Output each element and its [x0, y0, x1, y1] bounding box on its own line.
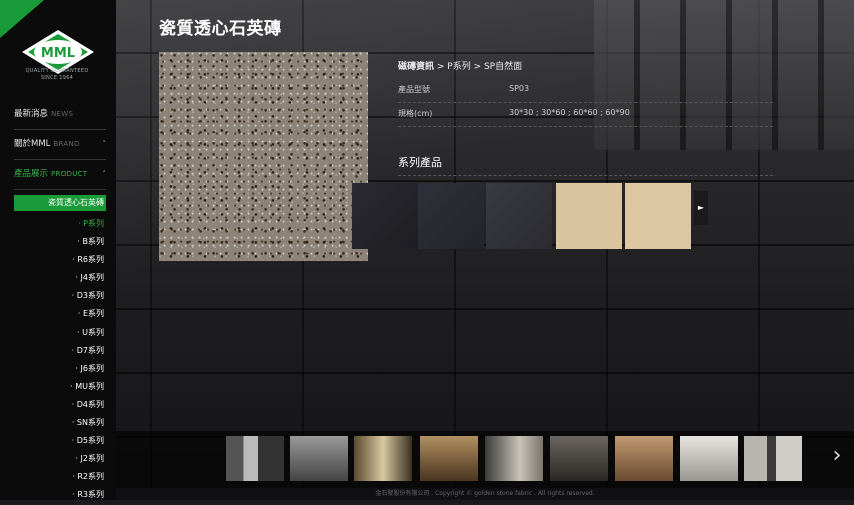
series-thumb[interactable]	[556, 183, 622, 249]
gallery-thumb[interactable]	[615, 436, 673, 481]
info-label: 產品型號	[398, 85, 430, 94]
gallery-thumb[interactable]	[744, 436, 802, 481]
info-row-model: 產品型號 SP03	[398, 78, 773, 103]
gallery-thumb[interactable]	[550, 436, 608, 481]
nav-item-news[interactable]: 最新消息 NEWS	[14, 100, 106, 130]
product-image[interactable]	[159, 52, 368, 261]
nav-item-product[interactable]: 產品展示 PRODUCT ˄	[14, 160, 106, 190]
background-window	[594, 0, 854, 150]
series-item[interactable]: · R6系列	[14, 251, 106, 269]
series-item[interactable]: · D7系列	[14, 342, 106, 360]
gallery-thumb[interactable]	[680, 436, 738, 481]
series-item[interactable]: · R3系列	[14, 486, 106, 504]
gallery-thumb[interactable]	[420, 436, 478, 481]
series-next-button[interactable]: ►	[694, 191, 708, 225]
page-title: 瓷質透心石英磚	[159, 19, 282, 39]
breadcrumb: 磁磚資訊 > P系列 > SP自然面	[398, 59, 522, 72]
info-row-size: 規格(cm) 30*30 ; 30*60 ; 60*60 ; 60*90	[398, 102, 773, 127]
series-thumb[interactable]	[352, 183, 418, 249]
series-item[interactable]: · D4系列	[14, 396, 106, 414]
series-item[interactable]: · U系列	[14, 324, 106, 342]
series-item[interactable]: · J4系列	[14, 269, 106, 287]
info-label: 規格(cm)	[398, 109, 433, 118]
info-value: 30*30 ; 30*60 ; 60*60 ; 60*90	[509, 108, 630, 117]
breadcrumb-root[interactable]: 磁磚資訊	[398, 62, 434, 72]
series-item[interactable]: · SN系列	[14, 414, 106, 432]
info-value: SP03	[509, 84, 530, 93]
nav-item-brand[interactable]: 關於MML BRAND ˅	[14, 130, 106, 160]
chevron-up-icon: ˄	[102, 170, 107, 178]
series-item[interactable]: · J6系列	[14, 360, 106, 378]
series-item[interactable]: · E系列	[14, 305, 106, 323]
breadcrumb-path[interactable]: > P系列 > SP自然面	[434, 62, 522, 72]
series-thumb[interactable]	[486, 183, 552, 249]
series-item[interactable]: · J2系列	[14, 450, 106, 468]
subnav-item-active[interactable]: 瓷質透心石英磚	[14, 195, 106, 211]
gallery-thumb[interactable]	[354, 436, 412, 481]
gallery-thumb[interactable]	[226, 436, 284, 481]
series-products-title: 系列產品	[398, 156, 442, 169]
sidebar: MML QUALITY GUARANTEED SINCE 1964 最新消息 NE…	[0, 0, 116, 500]
main-nav: 最新消息 NEWS 關於MML BRAND ˅ 產品展示 PRODUCT ˄	[14, 100, 106, 190]
logo-tagline: QUALITY GUARANTEED SINCE 1964	[25, 68, 89, 81]
series-list: · P系列 · B系列 · R6系列 · J4系列 · D3系列 · E系列 ·…	[14, 215, 106, 505]
series-item[interactable]: · B系列	[14, 233, 106, 251]
series-item[interactable]: · P系列	[14, 215, 106, 233]
gallery-thumb[interactable]	[485, 436, 543, 481]
series-thumb[interactable]	[625, 183, 691, 249]
chevron-down-icon: ˅	[102, 140, 107, 148]
svg-text:MML: MML	[41, 46, 75, 61]
gallery-thumb[interactable]	[290, 436, 348, 481]
series-thumb[interactable]	[418, 183, 484, 249]
series-item[interactable]: · MU系列	[14, 378, 106, 396]
divider	[398, 175, 773, 176]
gallery-next-icon[interactable]: ›	[826, 441, 848, 471]
series-item[interactable]: · D5系列	[14, 432, 106, 450]
series-item[interactable]: · D3系列	[14, 287, 106, 305]
series-item[interactable]: · R2系列	[14, 468, 106, 486]
footer-copyright: 金石發股份有限公司 . Copyright © golden stone fab…	[116, 488, 854, 500]
